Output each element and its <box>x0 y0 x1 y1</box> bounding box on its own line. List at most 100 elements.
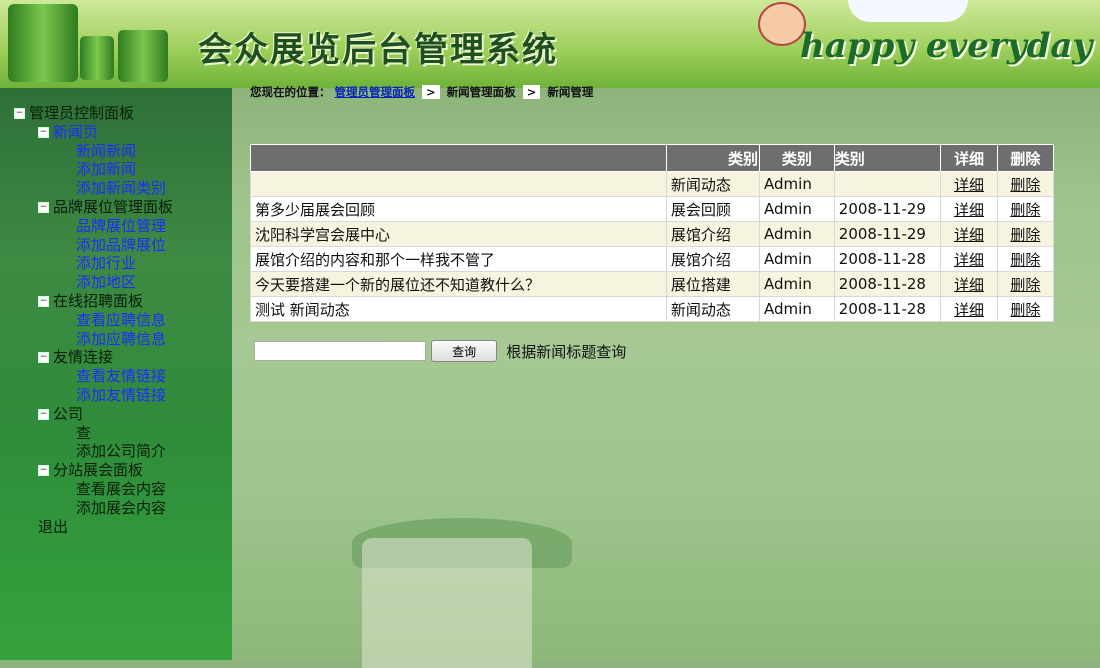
collapse-toggle-icon[interactable]: − <box>38 201 49 213</box>
cell-title: 展馆介绍的内容和那个一样我不管了 <box>250 246 667 272</box>
news-title-search-input[interactable] <box>254 341 426 361</box>
sidebar-item-1-2-label: 添加行业 <box>76 254 137 273</box>
sidebar-tree: − 管理员控制面板 − 新闻页 新闻新闻 添加新闻 添加新闻类别 − 品牌展位管理面板 品牌展位管… <box>0 88 232 660</box>
sidebar-group-0[interactable]: − 新闻页 <box>14 123 173 142</box>
sidebar-item-0-2-label: 添加新闻类别 <box>76 179 167 198</box>
slogan: happy everyday <box>800 26 1093 66</box>
cell-title: 第多少届展会回顾 <box>250 196 667 222</box>
cell-category: 新闻动态 <box>665 171 761 197</box>
search-button[interactable]: 查询 <box>431 340 498 362</box>
cell-category: 新闻动态 <box>665 296 761 322</box>
collapse-toggle-icon[interactable]: − <box>38 126 49 138</box>
sidebar-item-2-0-label: 查看应聘信息 <box>76 310 167 329</box>
sidebar-group-4[interactable]: − 公司 <box>14 405 173 424</box>
collapse-toggle-icon[interactable]: − <box>38 295 49 307</box>
cell-author: Admin <box>759 296 835 322</box>
detail-link[interactable]: 详细 <box>954 226 984 244</box>
cell-author: Admin <box>759 271 835 297</box>
sidebar-group-5-label: 分站展会面板 <box>53 461 144 480</box>
sidebar-item-0-0-label: 新闻新闻 <box>76 141 137 160</box>
sidebar-item-0-0[interactable]: 新闻新闻 <box>14 142 173 161</box>
sidebar-item-1-0-label: 品牌展位管理 <box>76 216 167 235</box>
delete-link[interactable]: 删除 <box>1010 276 1040 294</box>
sidebar-item-1-2[interactable]: 添加行业 <box>14 254 173 273</box>
bamboo-decoration <box>80 36 114 80</box>
cell-date: 2008-11-29 <box>833 196 942 222</box>
sidebar-item-3-1[interactable]: 添加友情链接 <box>14 386 173 405</box>
sidebar-item-5-0-label: 查看展会内容 <box>76 479 167 498</box>
table-row: 测试 新闻动态 新闻动态 Admin 2008-11-28 详细 删除 <box>250 296 1055 322</box>
table-row: 第多少届展会回顾 展会回顾 Admin 2008-11-29 详细 删除 <box>250 196 1055 222</box>
cartoon-character-image <box>758 2 806 46</box>
detail-link[interactable]: 详细 <box>954 276 984 294</box>
news-table-body: 新闻动态 Admin 详细 删除 第多少届展会回顾 展会回顾 Admin 2008-11-29… <box>250 171 1055 322</box>
column-header-author: 类别 <box>759 144 835 172</box>
detail-link[interactable]: 详细 <box>954 176 984 194</box>
delete-link[interactable]: 删除 <box>1010 301 1040 319</box>
sidebar-item-2-1[interactable]: 添加应聘信息 <box>14 330 173 349</box>
delete-link[interactable]: 删除 <box>1010 176 1040 194</box>
table-row: 展馆介绍的内容和那个一样我不管了 展馆介绍 Admin 2008-11-28 详细 删除 <box>250 246 1055 272</box>
sidebar-item-0-1[interactable]: 添加新闻 <box>14 160 173 179</box>
sidebar-item-2-0[interactable]: 查看应聘信息 <box>14 311 173 330</box>
sidebar-item-5-0[interactable]: 查看展会内容 <box>14 480 173 499</box>
sidebar-item-exit[interactable]: 退出 <box>14 518 173 537</box>
table-row: 沈阳科学宫会展中心 展馆介绍 Admin 2008-11-29 详细 删除 <box>250 221 1055 247</box>
table-row: 今天要搭建一个新的展位还不知道教什么？ 展位搭建 Admin 2008-11-28 详细… <box>250 271 1055 297</box>
sidebar-group-1-label: 品牌展位管理面板 <box>53 197 174 216</box>
cell-title: 测试 新闻动态 <box>250 296 667 322</box>
sidebar-group-2-label: 在线招聘面板 <box>53 291 144 310</box>
detail-link-cell: 详细 <box>940 246 998 272</box>
sidebar-group-2[interactable]: − 在线招聘面板 <box>14 292 173 311</box>
sidebar-item-1-1[interactable]: 添加品牌展位 <box>14 236 173 255</box>
sidebar-item-3-0[interactable]: 查看友情链接 <box>14 367 173 386</box>
header-banner: 会众展览后台管理系统 happy everyday <box>0 0 1100 88</box>
cell-date: 2008-11-29 <box>833 221 942 247</box>
sidebar-item-5-1[interactable]: 添加展会内容 <box>14 499 173 518</box>
collapse-toggle-icon[interactable]: − <box>38 352 49 364</box>
delete-link-cell: 删除 <box>996 271 1055 297</box>
cell-date: 2008-11-28 <box>833 271 942 297</box>
cell-author: Admin <box>759 196 835 222</box>
collapse-toggle-icon[interactable]: − <box>38 465 49 477</box>
main-content: 您现在的位置： 管理员管理面板 > 新闻管理面板 > 新闻管理 类别 类别 类别… <box>232 85 1100 668</box>
table-header-row: 类别 类别 类别 详细 删除 <box>250 144 1055 172</box>
collapse-toggle-icon[interactable]: − <box>38 408 49 420</box>
sidebar-item-1-0[interactable]: 品牌展位管理 <box>14 217 173 236</box>
system-title: 会众展览后台管理系统 <box>198 30 558 70</box>
delete-link[interactable]: 删除 <box>1010 251 1040 269</box>
sidebar-item-1-3[interactable]: 添加地区 <box>14 273 173 292</box>
cell-category: 展馆介绍 <box>665 221 761 247</box>
detail-link[interactable]: 详细 <box>954 251 984 269</box>
cell-category: 展位搭建 <box>665 271 761 297</box>
column-header-date: 类别 <box>833 144 942 172</box>
sidebar-item-0-2[interactable]: 添加新闻类别 <box>14 179 173 198</box>
cell-title <box>250 171 667 197</box>
detail-link-cell: 详细 <box>940 221 998 247</box>
breadcrumb-item-news-panel: 新闻管理面板 <box>446 85 516 99</box>
search-area: 查询 根据新闻标题查询 <box>254 340 626 362</box>
sidebar-group-3[interactable]: − 友情连接 <box>14 348 173 367</box>
delete-link[interactable]: 删除 <box>1010 201 1040 219</box>
sidebar-group-3-label: 友情连接 <box>53 348 114 367</box>
sidebar-group-1[interactable]: − 品牌展位管理面板 <box>14 198 173 217</box>
cell-date: 2008-11-28 <box>833 296 942 322</box>
sidebar-item-4-0[interactable]: 查 <box>14 424 173 443</box>
detail-link[interactable]: 详细 <box>954 301 984 319</box>
cell-category: 展会回顾 <box>665 196 761 222</box>
cell-author: Admin <box>759 171 835 197</box>
sidebar-item-4-1-label: 添加公司简介 <box>76 442 167 461</box>
detail-link[interactable]: 详细 <box>954 201 984 219</box>
delete-link[interactable]: 删除 <box>1010 226 1040 244</box>
column-header-title <box>250 144 667 172</box>
sidebar-item-4-1[interactable]: 添加公司简介 <box>14 442 173 461</box>
sidebar-root-label: 管理员控制面板 <box>29 104 135 122</box>
delete-link-cell: 删除 <box>996 296 1055 322</box>
collapse-toggle-icon[interactable]: − <box>14 108 25 119</box>
sidebar-group-5[interactable]: − 分站展会面板 <box>14 461 173 480</box>
detail-link-cell: 详细 <box>940 196 998 222</box>
detail-link-cell: 详细 <box>940 296 998 322</box>
breadcrumb-item-admin-panel[interactable]: 管理员管理面板 <box>335 85 416 99</box>
sidebar-group-0-label: 新闻页 <box>53 122 99 141</box>
table-row: 新闻动态 Admin 详细 删除 <box>250 171 1055 197</box>
